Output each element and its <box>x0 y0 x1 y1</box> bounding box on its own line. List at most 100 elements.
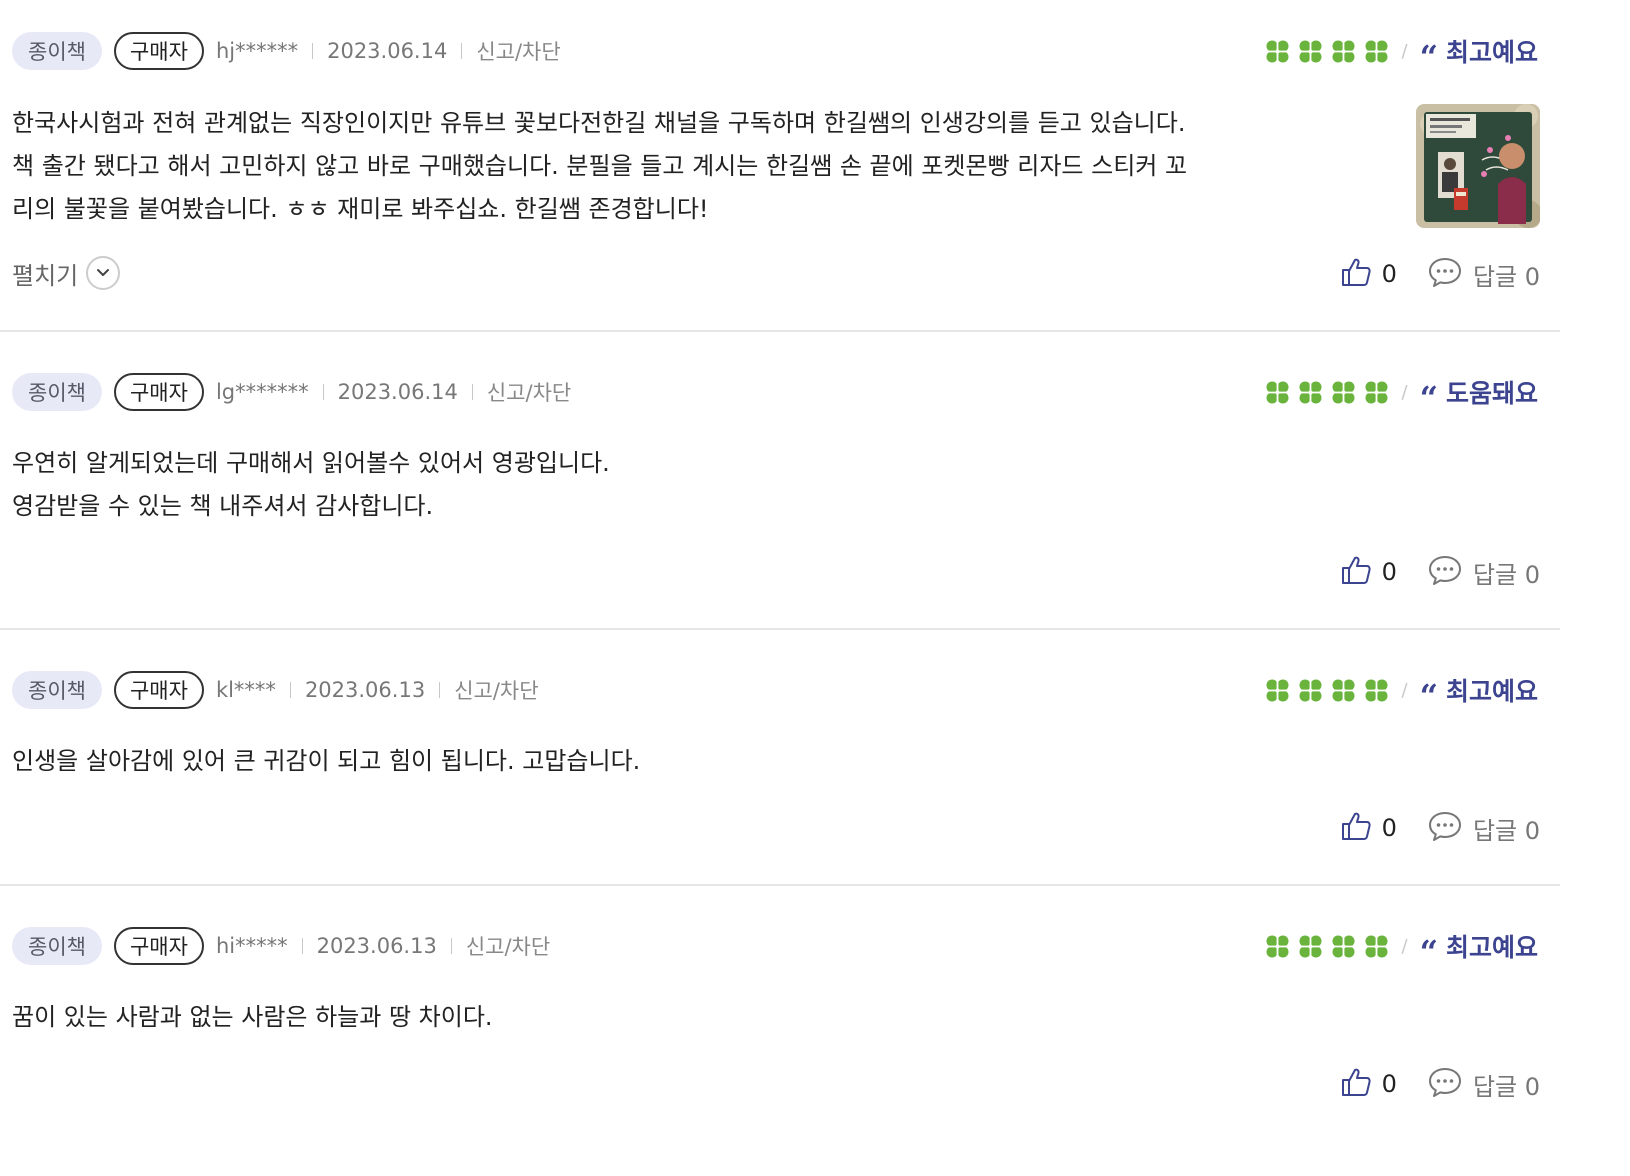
format-tag: 종이책 <box>12 927 102 965</box>
review-text-line: 꿈이 있는 사람과 없는 사람은 하늘과 땅 차이다. <box>12 1003 493 1031</box>
review-date: 2023.06.14 <box>337 380 458 404</box>
clover-icon <box>1363 379 1390 406</box>
review-actions: 0 답글 0 <box>1340 1064 1540 1104</box>
like-button[interactable]: 0 <box>1340 1066 1397 1102</box>
quote-icon: “ <box>1419 38 1438 76</box>
clover-icon <box>1264 38 1291 65</box>
like-count: 0 <box>1381 814 1397 842</box>
emotion-label: 최고예요 <box>1445 677 1538 706</box>
buyer-badge: 구매자 <box>113 373 204 411</box>
clover-rating <box>1264 677 1390 704</box>
review-meta: 종이책 구매자 hi***** 2023.06.13 신고/차단 <box>12 926 550 966</box>
divider <box>439 682 441 698</box>
review-text-line: 인생을 살아감에 있어 큰 귀감이 되고 힘이 됩니다. 고맙습니다. <box>12 747 641 775</box>
thumbs-up-icon <box>1340 810 1372 846</box>
report-block-link[interactable]: 신고/차단 <box>487 377 571 407</box>
review-rating: / “ 도움돼요 <box>1264 372 1538 417</box>
like-button[interactable]: 0 <box>1340 810 1397 846</box>
review-text-line: 리의 불꽃을 붙여봤습니다. ㅎㅎ 재미로 봐주십쇼. 한길쌤 존경합니다! <box>12 195 709 223</box>
review-text: 한국사시험과 전혀 관계없는 직장인이지만 유튜브 꽃보다전한길 채널을 구독하… <box>12 102 1187 231</box>
review-text: 인생을 살아감에 있어 큰 귀감이 되고 힘이 됩니다. 고맙습니다. <box>12 740 640 783</box>
review-text-line: 우연히 알게되었는데 구매해서 읽어볼수 있어서 영광입니다. <box>12 449 610 477</box>
divider <box>289 682 291 698</box>
rating-divider: / <box>1401 40 1408 62</box>
clover-icon <box>1264 379 1291 406</box>
review-text-line: 영감받을 수 있는 책 내주셔서 감사합니다. <box>12 492 434 520</box>
divider <box>461 43 463 59</box>
clover-icon <box>1363 677 1390 704</box>
review-text: 꿈이 있는 사람과 없는 사람은 하늘과 땅 차이다. <box>12 996 493 1039</box>
reviewer-id: kl**** <box>215 678 276 702</box>
reviewer-id: hi***** <box>215 934 288 958</box>
reply-button[interactable]: 답글 0 <box>1427 256 1540 292</box>
divider <box>450 938 452 954</box>
like-count: 0 <box>1381 260 1397 288</box>
report-block-link[interactable]: 신고/차단 <box>476 36 560 66</box>
clover-rating <box>1264 38 1390 65</box>
reviewer-id: lg******* <box>215 380 309 404</box>
like-count: 0 <box>1381 558 1397 586</box>
review-date: 2023.06.13 <box>304 678 426 702</box>
review-item: 종이책 구매자 hi***** 2023.06.13 신고/차단 / “ 최고예… <box>0 886 1560 1176</box>
reply-button[interactable]: 답글 0 <box>1427 810 1540 846</box>
review-rating: / “ 최고예요 <box>1264 670 1538 715</box>
review-date: 2023.06.13 <box>316 934 437 958</box>
reply-count: 답글 0 <box>1472 262 1540 291</box>
expand-button[interactable]: 펼치기 <box>12 253 121 293</box>
rating-divider: / <box>1401 679 1408 701</box>
report-block-link[interactable]: 신고/차단 <box>454 675 538 705</box>
chevron-down-icon <box>86 256 121 290</box>
review-actions: 0 답글 0 <box>1340 254 1540 294</box>
clover-icon <box>1297 38 1324 65</box>
clover-icon <box>1264 677 1291 704</box>
speech-bubble-icon <box>1427 1066 1463 1102</box>
reply-button[interactable]: 답글 0 <box>1427 1066 1540 1102</box>
format-tag: 종이책 <box>12 32 102 70</box>
review-meta: 종이책 구매자 lg******* 2023.06.14 신고/차단 <box>12 372 571 412</box>
speech-bubble-icon <box>1427 810 1463 846</box>
format-tag: 종이책 <box>12 671 102 709</box>
like-count: 0 <box>1381 1070 1397 1098</box>
thumbs-up-icon <box>1340 554 1372 590</box>
reply-button[interactable]: 답글 0 <box>1427 554 1540 590</box>
speech-bubble-icon <box>1427 256 1463 292</box>
clover-icon <box>1297 379 1324 406</box>
thumbs-up-icon <box>1340 256 1372 292</box>
review-meta: 종이책 구매자 hj****** 2023.06.14 신고/차단 <box>12 31 561 71</box>
buyer-badge: 구매자 <box>113 671 204 709</box>
speech-bubble-icon <box>1427 554 1463 590</box>
review-rating: / “ 최고예요 <box>1264 31 1538 76</box>
clover-rating <box>1264 933 1390 960</box>
reply-count: 답글 0 <box>1472 1072 1540 1101</box>
buyer-badge: 구매자 <box>113 927 204 965</box>
divider <box>301 938 303 954</box>
review-rating: / “ 최고예요 <box>1264 926 1538 968</box>
expand-label: 펼치기 <box>12 261 79 290</box>
review-photo-thumbnail[interactable] <box>1416 104 1540 228</box>
thumbs-up-icon <box>1340 1066 1372 1102</box>
review-actions: 0 답글 0 <box>1340 808 1540 848</box>
clover-icon <box>1264 933 1291 960</box>
reply-count: 답글 0 <box>1472 816 1540 845</box>
report-block-link[interactable]: 신고/차단 <box>466 931 550 961</box>
rating-divider: / <box>1401 381 1408 403</box>
emotion-label: 최고예요 <box>1445 933 1538 962</box>
clover-icon <box>1297 933 1324 960</box>
review-text-line: 한국사시험과 전혀 관계없는 직장인이지만 유튜브 꽃보다전한길 채널을 구독하… <box>12 109 1186 137</box>
clover-icon <box>1330 933 1357 960</box>
clover-icon <box>1297 677 1324 704</box>
quote-icon: “ <box>1419 379 1438 417</box>
reply-count: 답글 0 <box>1472 560 1540 589</box>
emotion-label: 도움돼요 <box>1445 379 1538 408</box>
quote-icon: “ <box>1419 677 1438 715</box>
clover-icon <box>1363 933 1390 960</box>
rating-divider: / <box>1401 935 1408 957</box>
emotion-label: 최고예요 <box>1445 38 1538 67</box>
like-button[interactable]: 0 <box>1340 554 1397 590</box>
review-text-line: 책 출간 됐다고 해서 고민하지 않고 바로 구매했습니다. 분필을 들고 계시… <box>12 152 1188 180</box>
clover-icon <box>1330 38 1357 65</box>
reviewer-id: hj****** <box>215 39 299 63</box>
buyer-badge: 구매자 <box>113 32 204 70</box>
format-tag: 종이책 <box>12 373 102 411</box>
like-button[interactable]: 0 <box>1340 256 1397 292</box>
